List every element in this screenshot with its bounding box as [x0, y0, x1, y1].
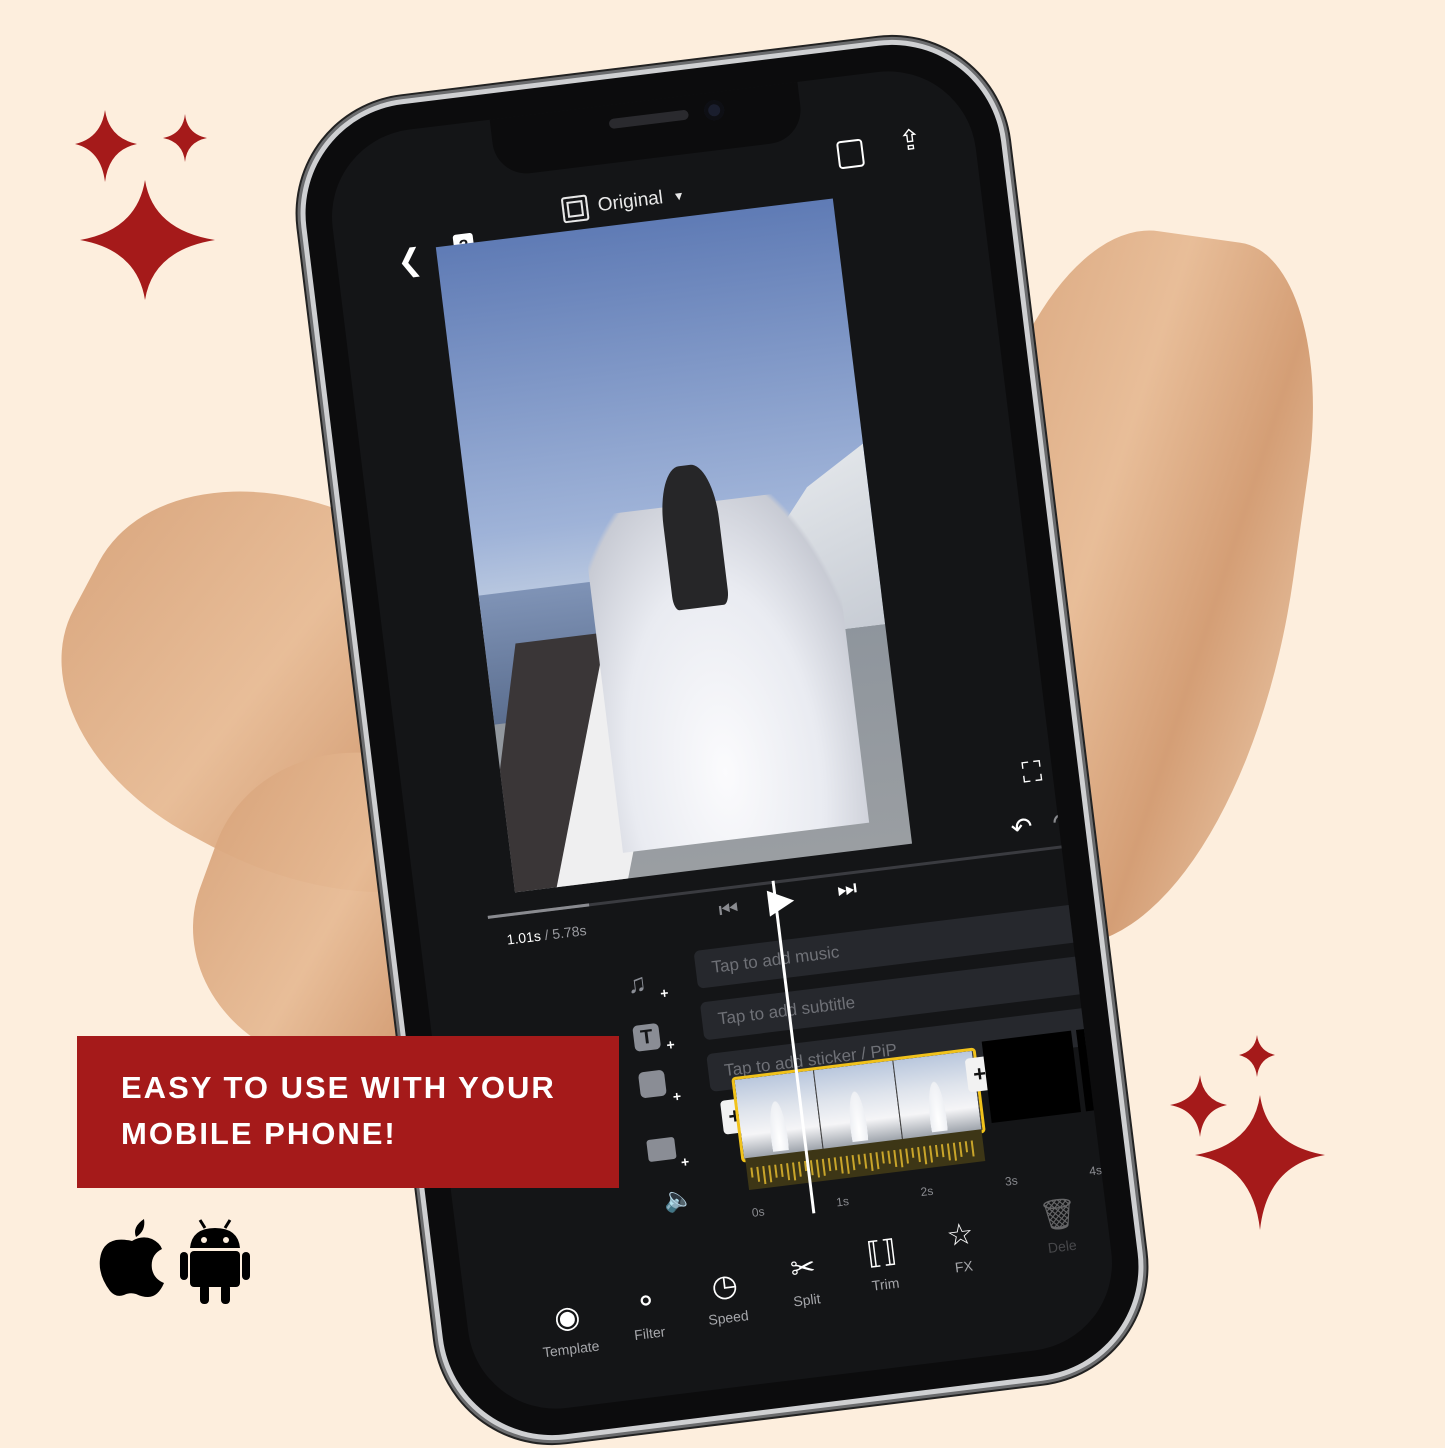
save-button[interactable]: [835, 138, 866, 170]
ruler-tick-label: 4s: [1088, 1162, 1103, 1179]
waveform-bar: [821, 1158, 826, 1176]
waveform-bar: [863, 1153, 868, 1169]
apple-icon: [98, 1215, 166, 1304]
speed-icon: ◷: [709, 1268, 740, 1305]
speed-button[interactable]: ◷ Speed: [683, 1263, 769, 1330]
waveform-bar: [839, 1156, 844, 1174]
phone-mockup: ❮ ? Original ▼ ⇪ ⛶ ↶ ↷ 1.01s / 5.78s ⏮ ▶…: [292, 32, 1152, 1448]
waveform-bar: [905, 1148, 909, 1164]
total-time: 5.78s: [551, 922, 588, 943]
waveform-bar: [833, 1157, 838, 1171]
split-button[interactable]: ✂ Split: [761, 1245, 847, 1312]
caret-down-icon: ▼: [672, 188, 686, 204]
waveform-bar: [762, 1166, 767, 1185]
waveform-bar: [815, 1159, 821, 1178]
waveform-bar: [857, 1154, 861, 1165]
waveform-bar: [940, 1144, 945, 1158]
video-add-icon[interactable]: +: [646, 1134, 690, 1170]
waveform-bar: [893, 1149, 898, 1168]
current-time: 1.01s: [505, 927, 542, 948]
waveform-bar: [881, 1151, 885, 1164]
waveform-bar: [797, 1161, 802, 1177]
music-add-icon[interactable]: ♫ +: [625, 965, 669, 1001]
template-icon: ◉: [552, 1299, 583, 1336]
trash-icon: 🗑: [1037, 1196, 1080, 1234]
waveform-bar: [875, 1152, 880, 1170]
text-add-icon[interactable]: T +: [632, 1017, 676, 1053]
fx-star-icon: ☆: [944, 1217, 976, 1254]
waveform-bar: [768, 1165, 773, 1183]
scissors-icon: ✂: [788, 1250, 818, 1287]
fullscreen-button[interactable]: ⛶: [1020, 755, 1043, 788]
trim-icon: ⟦⟧: [864, 1234, 899, 1272]
filter-icon: ⚬: [631, 1284, 661, 1320]
waveform-bar: [952, 1142, 957, 1161]
waveform-bar: [827, 1157, 832, 1172]
trim-button[interactable]: ⟦⟧ Trim: [840, 1230, 926, 1297]
waveform-bar: [928, 1145, 934, 1163]
progress-fill: [487, 903, 590, 919]
template-button[interactable]: ◉ Template: [525, 1294, 611, 1361]
waveform-bar: [917, 1147, 921, 1163]
ruler-tick-label: 3s: [1004, 1173, 1019, 1189]
filter-button[interactable]: ⚬ Filter: [604, 1279, 690, 1346]
waveform-bar: [946, 1143, 951, 1161]
promo-banner: EASY TO USE WITH YOUR MOBILE PHONE!: [77, 1036, 619, 1188]
undo-button[interactable]: ↶: [1009, 811, 1034, 844]
back-button[interactable]: ❮: [395, 243, 424, 279]
speaker-grille: [608, 109, 690, 130]
volume-icon[interactable]: 🔈: [662, 1183, 695, 1215]
waveform-bar: [887, 1150, 891, 1164]
export-button[interactable]: ⇪: [896, 123, 923, 157]
skip-previous-button[interactable]: ⏮: [717, 895, 740, 923]
preview-dress: [581, 487, 870, 853]
android-icon: [180, 1218, 250, 1311]
sticker-add-icon[interactable]: +: [637, 1069, 682, 1105]
waveform-bar: [792, 1162, 797, 1181]
aspect-square-icon: [560, 194, 590, 224]
waveform-bar: [958, 1141, 963, 1158]
waveform-bar: [869, 1152, 874, 1171]
sparkle-icon: [1165, 1035, 1335, 1235]
headline-line-1: EASY TO USE WITH YOUR: [121, 1070, 556, 1105]
skip-next-button[interactable]: ⏭: [836, 875, 859, 903]
aspect-label: Original: [596, 187, 665, 217]
waveform-bar: [964, 1141, 969, 1153]
clip-thumbnail[interactable]: [734, 1070, 824, 1160]
waveform-bar: [923, 1146, 928, 1165]
ruler-tick-label: 0s: [750, 1204, 766, 1220]
fx-button[interactable]: ☆ FX: [918, 1212, 1004, 1279]
clip-thumbnail[interactable]: [813, 1060, 904, 1150]
waveform-bar: [780, 1163, 784, 1177]
waveform-bar: [786, 1163, 791, 1181]
play-button[interactable]: ▶: [766, 879, 797, 922]
waveform-bar: [934, 1144, 939, 1157]
waveform-bar: [845, 1155, 850, 1174]
waveform-bar: [970, 1140, 975, 1157]
ruler-tick-label: 1s: [835, 1194, 850, 1210]
delete-button[interactable]: 🗑 Dele: [1016, 1192, 1102, 1259]
sparkle-icon: [75, 110, 225, 310]
time-readout: 1.01s / 5.78s: [506, 922, 588, 948]
waveform-bar: [756, 1166, 761, 1182]
video-preview[interactable]: [435, 198, 913, 893]
waveform-bar: [750, 1167, 754, 1178]
waveform-bar: [899, 1149, 904, 1168]
camera-icon: [703, 99, 726, 122]
ruler-tick-label: 2s: [919, 1183, 935, 1200]
waveform-bar: [911, 1147, 915, 1158]
waveform-bar: [851, 1155, 856, 1171]
waveform-bar: [774, 1164, 778, 1178]
headline-line-2: MOBILE PHONE!: [121, 1116, 397, 1151]
end-clip-thumbnail[interactable]: [981, 1030, 1082, 1123]
aspect-ratio-selector[interactable]: Original ▼: [560, 183, 687, 224]
